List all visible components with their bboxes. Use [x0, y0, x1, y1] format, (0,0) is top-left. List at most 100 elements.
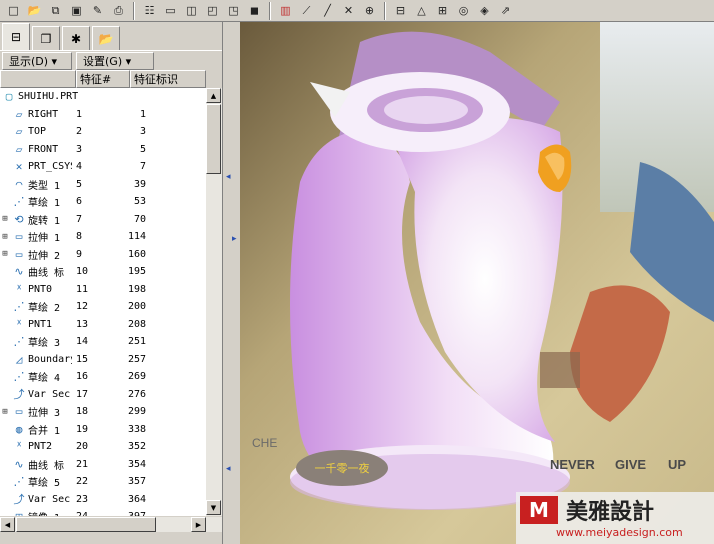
- view-box-icon[interactable]: ◫: [182, 2, 201, 20]
- sketch-icon[interactable]: ⊟: [391, 2, 410, 20]
- datum-plane-icon[interactable]: ⟋: [297, 2, 316, 20]
- csys-icon: ✕: [15, 160, 23, 174]
- tree-row[interactable]: ⋰ 草绘 4 16 269: [0, 368, 206, 386]
- feature-name: 旋转 1: [28, 215, 61, 227]
- expand-toggle-icon[interactable]: ⊞: [0, 249, 10, 259]
- new-icon[interactable]: □: [4, 2, 23, 20]
- save-copy-icon[interactable]: ⧉: [46, 2, 65, 20]
- tree-row[interactable]: ▱ TOP 2 3: [0, 123, 206, 141]
- favorites-tab[interactable]: ✱: [62, 26, 90, 50]
- collapse-arrow-icon[interactable]: ◂: [226, 172, 231, 182]
- feature-name: 拉伸 3: [28, 408, 61, 420]
- datum-point-icon[interactable]: ✕: [339, 2, 358, 20]
- expand-toggle-icon[interactable]: ⊞: [0, 232, 10, 242]
- sketch-icon: ⋰: [13, 370, 25, 384]
- panel-splitter[interactable]: ◂ ▸ ◂: [222, 22, 240, 544]
- datum-axis-icon[interactable]: ╱: [318, 2, 337, 20]
- tree-row[interactable]: ᕁ PNT2 20 352: [0, 438, 206, 456]
- tree-row[interactable]: ⋰ 草绘 1 6 53: [0, 193, 206, 211]
- feature-id: 70: [133, 213, 146, 225]
- edit-icon[interactable]: ✎: [88, 2, 107, 20]
- view-box3-icon[interactable]: ◳: [224, 2, 243, 20]
- tree-icon[interactable]: ☷: [140, 2, 159, 20]
- feature-number: 8: [76, 231, 83, 243]
- feature-number: 13: [76, 318, 89, 330]
- graphics-viewport[interactable]: 一千零一夜 CHE NEVER GIVE UP: [240, 22, 714, 544]
- tree-row[interactable]: ⊞ ▭ 拉伸 1 8 114: [0, 228, 206, 246]
- scroll-up-button[interactable]: ▲: [206, 88, 221, 103]
- collapse-arrow-icon[interactable]: ◂: [226, 464, 231, 474]
- bg-text-give: GIVE: [615, 457, 646, 472]
- feature-name: PNT1: [28, 318, 53, 330]
- tree-row[interactable]: ⋰ 草绘 5 22 357: [0, 473, 206, 491]
- display-menu-button[interactable]: 显示(D) ▾: [2, 51, 72, 70]
- scroll-left-button[interactable]: ◀: [0, 517, 15, 532]
- feature-id: 357: [127, 476, 146, 488]
- kettle-render: 一千零一夜 CHE NEVER GIVE UP: [240, 22, 714, 544]
- open-icon[interactable]: 📂: [25, 2, 44, 20]
- tree-row[interactable]: ◠ 类型 1 5 39: [0, 176, 206, 194]
- header-feature-no[interactable]: 特征#: [76, 70, 130, 88]
- folder-tab[interactable]: 📂: [92, 26, 120, 50]
- layer-tab[interactable]: ❐: [32, 26, 60, 50]
- tree-row[interactable]: ⤴ Var Sec 17 276: [0, 386, 206, 404]
- model-tree-tab[interactable]: ⊟: [2, 23, 30, 50]
- tree-row[interactable]: ⊞ ▭ 拉伸 2 9 160: [0, 246, 206, 264]
- expand-toggle-icon[interactable]: ⊞: [0, 407, 10, 417]
- plane-icon[interactable]: △: [412, 2, 431, 20]
- tree-row[interactable]: ◿ Boundary 15 257: [0, 351, 206, 369]
- help-icon[interactable]: ⇗: [496, 2, 515, 20]
- save-icon[interactable]: ▣: [67, 2, 86, 20]
- tree-row[interactable]: ⋰ 草绘 2 12 200: [0, 298, 206, 316]
- tree-row[interactable]: ✕ PRT_CSYS 4 7: [0, 158, 206, 176]
- tree-row[interactable]: ∿ 曲线 标 10 195: [0, 263, 206, 281]
- appearance-icon[interactable]: ◈: [475, 2, 494, 20]
- scroll-thumb[interactable]: [206, 104, 221, 174]
- tree-row[interactable]: ▱ FRONT 3 5: [0, 141, 206, 159]
- feature-number: 4: [76, 161, 83, 173]
- type-icon: ◠: [15, 177, 23, 191]
- settings-menu-button[interactable]: 设置(G) ▾: [76, 51, 154, 70]
- view-box2-icon[interactable]: ◰: [203, 2, 222, 20]
- feature-id: 160: [127, 248, 146, 260]
- main-toolbar: □ 📂 ⧉ ▣ ✎ ⎙ ☷ ▭ ◫ ◰ ◳ ◼ ▥ ⟋ ╱ ✕ ⊕ ⊟ △ ⊞ ◎ ◈ ⇗: [0, 0, 714, 22]
- tree-row[interactable]: ⤴ Var Sec 23 364: [0, 491, 206, 509]
- header-feature-id[interactable]: 特征标识: [130, 70, 206, 88]
- tree-row[interactable]: ᕁ PNT1 13 208: [0, 316, 206, 334]
- point-icon[interactable]: ⊞: [433, 2, 452, 20]
- feature-name: PRT_CSYS: [28, 161, 72, 173]
- tree-row[interactable]: ◍ 合并 1 19 338: [0, 421, 206, 439]
- varsec-icon: ⤴: [13, 388, 25, 402]
- scroll-right-button[interactable]: ▶: [191, 517, 206, 532]
- tree-root[interactable]: ▢ SHUIHU.PRT: [0, 88, 206, 106]
- color-icon[interactable]: ▥: [276, 2, 295, 20]
- tree-row[interactable]: ⊞ ▭ 拉伸 3 18 299: [0, 403, 206, 421]
- window-icon[interactable]: ▭: [161, 2, 180, 20]
- shade-icon[interactable]: ◼: [245, 2, 264, 20]
- expand-toggle-icon[interactable]: ⊞: [0, 214, 10, 224]
- tree-row[interactable]: ∿ 曲线 标 21 354: [0, 456, 206, 474]
- tree-vertical-scrollbar[interactable]: ▲ ▼: [206, 88, 222, 516]
- hscroll-thumb[interactable]: [16, 517, 156, 532]
- point-icon: ᕁ: [16, 282, 22, 296]
- feature-number: 10: [76, 266, 89, 278]
- display-icon[interactable]: ◎: [454, 2, 473, 20]
- tree-row[interactable]: ◫镜像 124397: [0, 508, 206, 516]
- feature-name: 镜像 1: [28, 509, 72, 516]
- expand-arrow-icon[interactable]: ▸: [232, 234, 237, 244]
- tree-horizontal-scrollbar[interactable]: ◀ ▶: [0, 516, 222, 532]
- print-icon[interactable]: ⎙: [109, 2, 128, 20]
- tree-row[interactable]: ᕁ PNT0 11 198: [0, 281, 206, 299]
- tree-row[interactable]: ⊞ ⟲ 旋转 1 7 70: [0, 211, 206, 229]
- plane-icon: ▱: [15, 107, 23, 121]
- tree-menus: 显示(D) ▾ 设置(G) ▾: [0, 50, 222, 70]
- feature-id: 200: [127, 301, 146, 313]
- feature-id: 208: [127, 318, 146, 330]
- scroll-down-button[interactable]: ▼: [206, 500, 221, 515]
- tree-row[interactable]: ⋰ 草绘 3 14 251: [0, 333, 206, 351]
- header-name-col[interactable]: [0, 70, 76, 88]
- datum-csys-icon[interactable]: ⊕: [360, 2, 379, 20]
- plane-icon: ▱: [15, 125, 23, 139]
- feature-id: 114: [127, 231, 146, 243]
- tree-row[interactable]: ▱ RIGHT 1 1: [0, 106, 206, 124]
